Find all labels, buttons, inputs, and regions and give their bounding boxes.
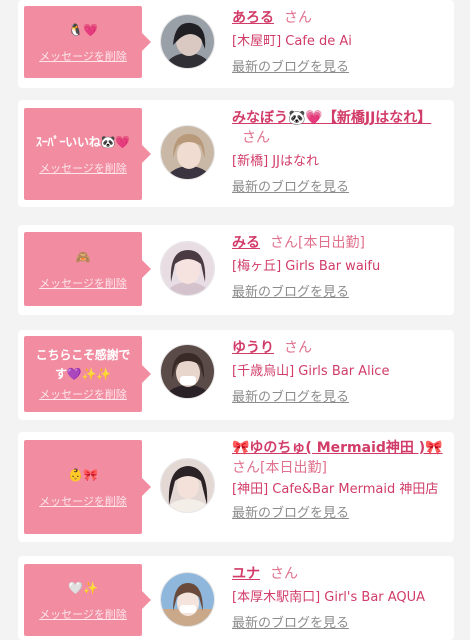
avatar[interactable] — [160, 572, 215, 627]
profile-info: ゆうり さん [千歳烏山] Girls Bar Alice 最新のブログを見る — [232, 338, 446, 407]
profile-info: みる さん[本日出勤] [梅ヶ丘] Girls Bar waifu 最新のブログを… — [232, 233, 446, 302]
message-bubble: ｽｰﾊﾟｰいいね🐼💗 メッセージを削除 — [24, 108, 151, 200]
shop-name: [木屋町] Cafe de Ai — [232, 34, 352, 49]
shop-name: [本厚木駅南口] Girl's Bar AQUA — [232, 590, 426, 605]
shop-name: [神田] Cafe&Bar Mermaid 神田店 — [232, 482, 439, 497]
work-status: [本日出勤] — [260, 460, 327, 476]
shop-name: [梅ヶ丘] Girls Bar waifu — [232, 259, 381, 274]
delete-message-link[interactable]: メッセージを削除 — [39, 388, 127, 402]
latest-blog-link[interactable]: 最新のブログを見る — [232, 615, 446, 633]
favorite-card: こちらこそ感謝です💜✨✨ メッセージを削除 ゆうり さん [千歳烏山] Girls… — [18, 330, 454, 420]
favorite-card: 👶🎀 メッセージを削除 🎀ゆのちゅ( Mermaid神田 )🎀 さん[本日出勤]… — [18, 432, 454, 542]
profile-name-link[interactable]: みる — [232, 235, 260, 251]
favorite-card: 🤍✨ メッセージを削除 ユナ さん [本厚木駅南口] Girl's Bar AQU… — [18, 556, 454, 640]
work-status: [本日出勤] — [298, 235, 365, 251]
avatar[interactable] — [160, 125, 215, 180]
favorite-card: 🐧💗 メッセージを削除 あろる さん [木屋町] Cafe de Ai 最新のブロ… — [18, 0, 454, 88]
honorific: さん — [284, 340, 312, 356]
message-text: 🤍✨ — [68, 580, 98, 595]
favorite-card: 🙈 メッセージを削除 みる さん[本日出勤] [梅ヶ丘] Girls Bar wa… — [18, 225, 454, 315]
message-bubble: 🙈 メッセージを削除 — [24, 232, 151, 306]
profile-name-link[interactable]: 🎀ゆのちゅ( Mermaid神田 )🎀 — [232, 440, 443, 456]
latest-blog-link[interactable]: 最新のブログを見る — [232, 179, 446, 197]
message-text: 👶🎀 — [68, 467, 98, 482]
message-text: こちらこそ感謝です💜✨✨ — [35, 348, 131, 381]
profile-name-link[interactable]: ユナ — [232, 566, 260, 582]
message-text: 🙈 — [75, 249, 91, 264]
avatar[interactable] — [160, 241, 215, 296]
profile-name-link[interactable]: ゆうり — [232, 340, 274, 356]
message-bubble: こちらこそ感謝です💜✨✨ メッセージを削除 — [24, 336, 151, 412]
delete-message-link[interactable]: メッセージを削除 — [39, 495, 127, 509]
message-text: 🐧💗 — [68, 22, 98, 37]
favorite-card: ｽｰﾊﾟｰいいね🐼💗 メッセージを削除 みなぼう🐼💗【新橋JJはなれ】さん [新… — [18, 100, 454, 207]
delete-message-link[interactable]: メッセージを削除 — [39, 162, 127, 176]
shop-name: [千歳烏山] Girls Bar Alice — [232, 364, 390, 379]
profile-info: 🎀ゆのちゅ( Mermaid神田 )🎀 さん[本日出勤] [神田] Cafe&B… — [232, 438, 446, 523]
honorific: さん — [232, 460, 260, 476]
shop-name: [新橋] JJはなれ — [232, 154, 319, 169]
honorific: さん — [284, 10, 312, 26]
avatar[interactable] — [160, 344, 215, 399]
latest-blog-link[interactable]: 最新のブログを見る — [232, 389, 446, 407]
profile-name-link[interactable]: みなぼう🐼💗【新橋JJはなれ】 — [232, 110, 431, 126]
message-bubble: 🐧💗 メッセージを削除 — [24, 6, 151, 78]
honorific: さん — [270, 235, 298, 251]
honorific: さん — [270, 566, 298, 582]
latest-blog-link[interactable]: 最新のブログを見る — [232, 284, 446, 302]
honorific: さん — [242, 130, 270, 146]
delete-message-link[interactable]: メッセージを削除 — [39, 50, 127, 64]
avatar[interactable] — [160, 14, 215, 69]
profile-name-link[interactable]: あろる — [232, 10, 274, 26]
delete-message-link[interactable]: メッセージを削除 — [39, 277, 127, 291]
latest-blog-link[interactable]: 最新のブログを見る — [232, 59, 446, 77]
delete-message-link[interactable]: メッセージを削除 — [39, 608, 127, 622]
message-bubble: 👶🎀 メッセージを削除 — [24, 440, 151, 534]
message-text: ｽｰﾊﾟｰいいね🐼💗 — [35, 134, 131, 149]
profile-info: ユナ さん [本厚木駅南口] Girl's Bar AQUA 最新のブログを見る — [232, 564, 446, 633]
latest-blog-link[interactable]: 最新のブログを見る — [232, 505, 446, 523]
message-bubble: 🤍✨ メッセージを削除 — [24, 564, 151, 636]
avatar[interactable] — [160, 458, 215, 513]
profile-info: みなぼう🐼💗【新橋JJはなれ】さん [新橋] JJはなれ 最新のブログを見る — [232, 108, 446, 197]
profile-info: あろる さん [木屋町] Cafe de Ai 最新のブログを見る — [232, 8, 446, 77]
